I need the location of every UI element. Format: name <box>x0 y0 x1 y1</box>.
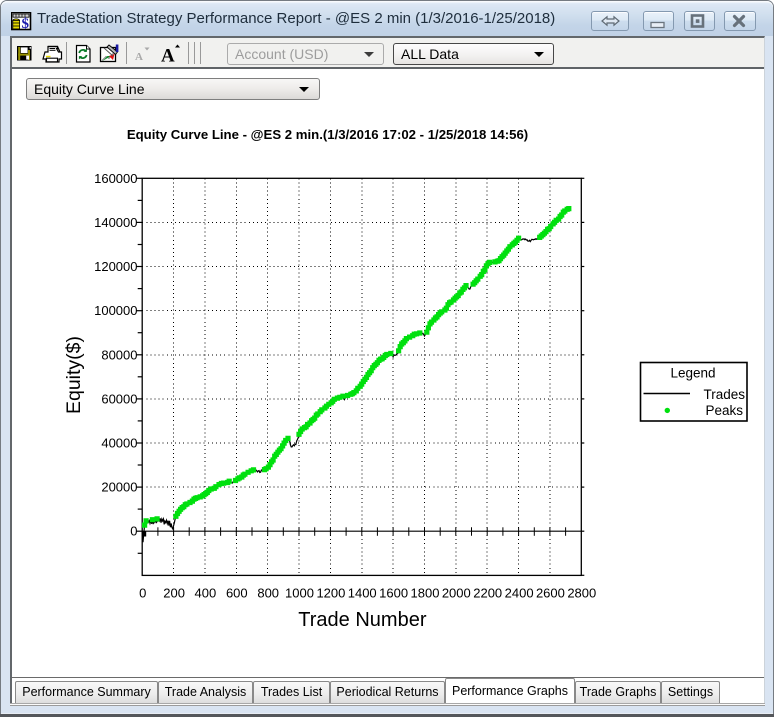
svg-text:Equity($): Equity($) <box>63 336 85 414</box>
svg-text:200: 200 <box>163 586 185 601</box>
svg-text:160000: 160000 <box>94 171 137 186</box>
svg-text:80000: 80000 <box>101 347 137 362</box>
svg-text:2200: 2200 <box>473 586 502 601</box>
svg-text:1800: 1800 <box>411 586 440 601</box>
svg-text:2000: 2000 <box>442 586 471 601</box>
svg-text:800: 800 <box>257 586 279 601</box>
svg-text:100000: 100000 <box>94 303 137 318</box>
svg-text:Peaks: Peaks <box>705 403 743 418</box>
svg-text:40000: 40000 <box>101 436 137 451</box>
svg-text:1000: 1000 <box>285 586 314 601</box>
svg-text:0: 0 <box>130 524 137 539</box>
svg-text:2600: 2600 <box>536 586 565 601</box>
svg-text:1400: 1400 <box>348 586 377 601</box>
svg-text:0: 0 <box>139 586 146 601</box>
svg-text:140000: 140000 <box>94 215 137 230</box>
svg-text:20000: 20000 <box>101 480 137 495</box>
svg-text:1200: 1200 <box>316 586 345 601</box>
svg-text:2400: 2400 <box>505 586 534 601</box>
svg-text:400: 400 <box>195 586 217 601</box>
svg-text:Trades: Trades <box>703 387 745 402</box>
svg-text:1600: 1600 <box>379 586 408 601</box>
svg-text:Trade Number: Trade Number <box>298 609 427 631</box>
svg-text:Equity Curve Line - @ES 2 min.: Equity Curve Line - @ES 2 min.(1/3/2016 … <box>127 127 528 142</box>
svg-text:600: 600 <box>226 586 248 601</box>
svg-text:60000: 60000 <box>101 391 137 406</box>
svg-text:Legend: Legend <box>670 366 715 381</box>
svg-text:2800: 2800 <box>567 586 596 601</box>
svg-text:120000: 120000 <box>94 259 137 274</box>
